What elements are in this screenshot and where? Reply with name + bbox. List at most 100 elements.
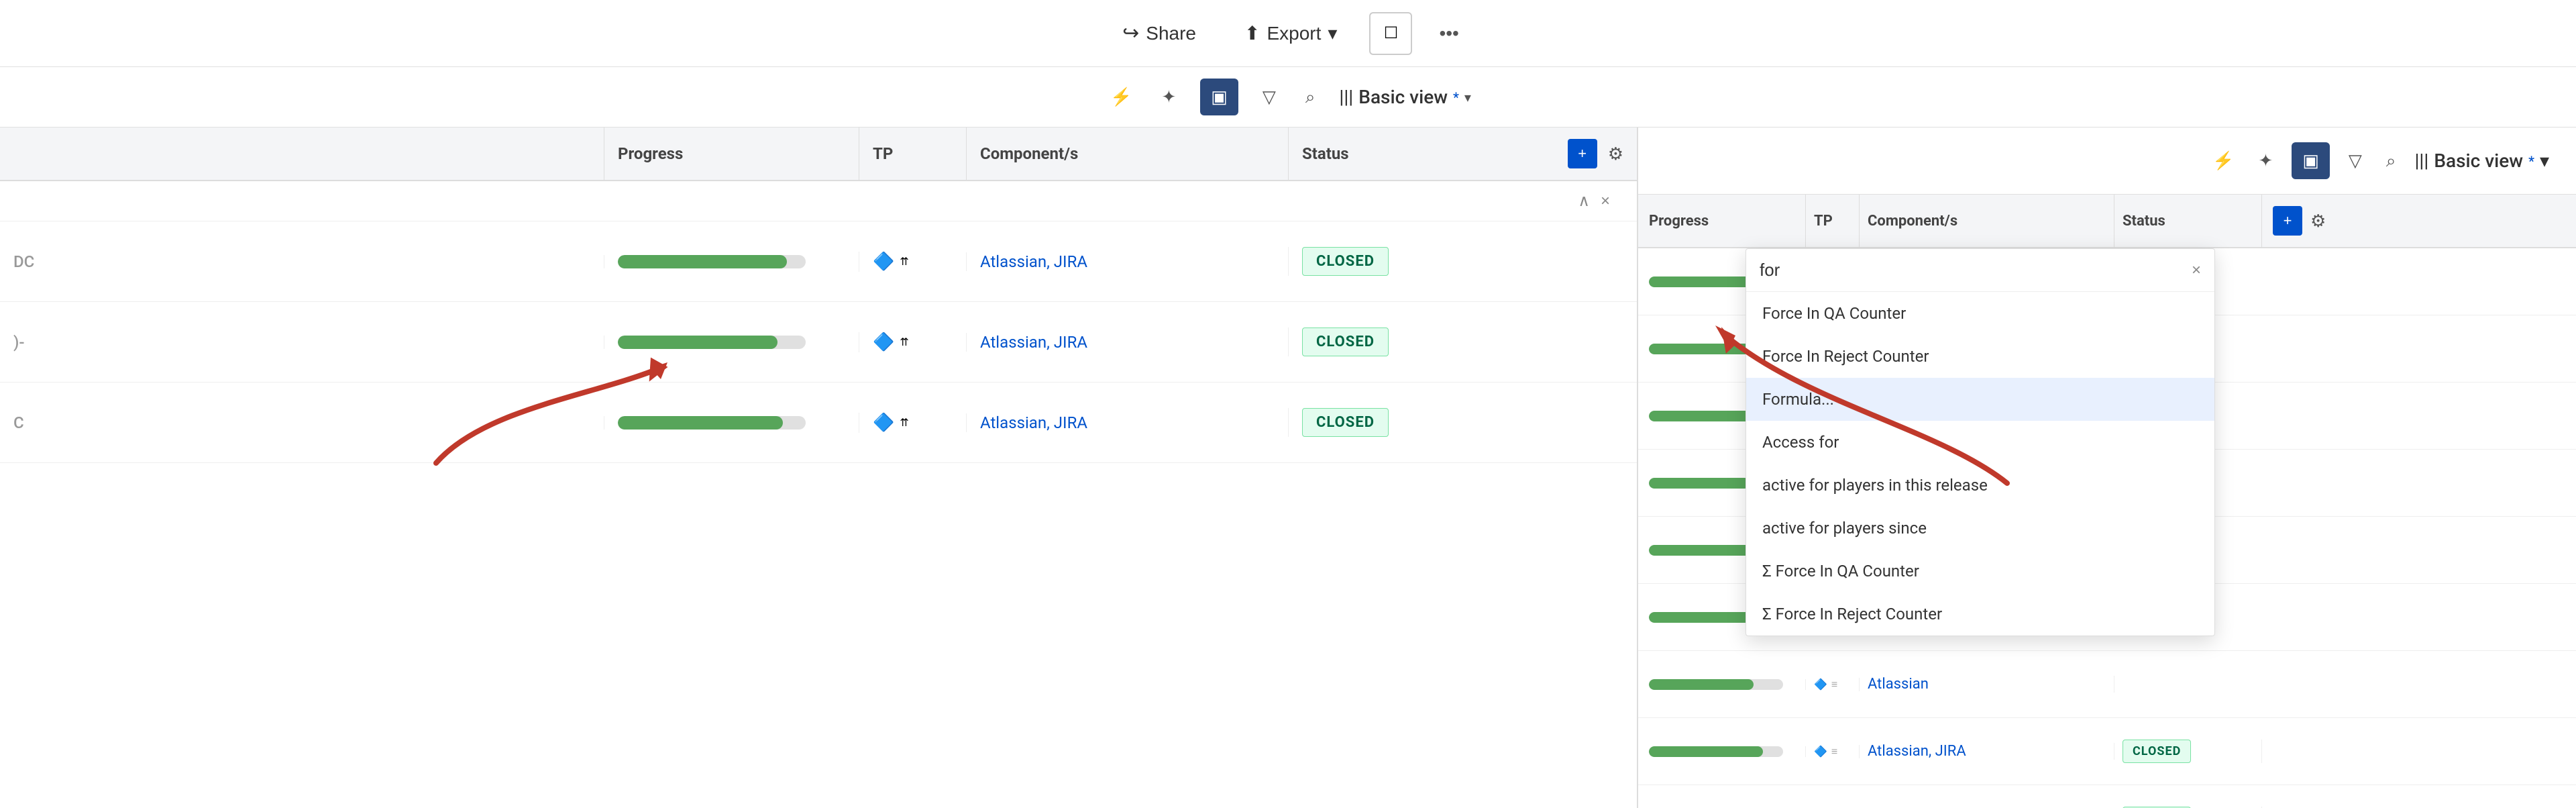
progress-bar-bg — [618, 416, 806, 430]
column-actions: + ⚙ — [1554, 139, 1637, 168]
right-add-column-button[interactable]: + — [2273, 206, 2302, 236]
right-lightning-button[interactable]: ⚡ — [2207, 145, 2239, 176]
tp-cell: 🔷 ⇈ — [859, 332, 966, 352]
right-bars-icon: ||| — [2414, 150, 2428, 172]
r-arrows-icon: ≡ — [1831, 745, 1837, 758]
status-badge: CLOSED — [1302, 247, 1389, 276]
right-gear-icon: ⚙ — [2310, 211, 2326, 231]
right-view-selector[interactable]: ||| Basic view* ▾ — [2414, 150, 2549, 172]
right-view-chevron-icon: ▾ — [2540, 150, 2549, 172]
caret-up-icon: ∧ — [1578, 192, 1590, 210]
status-badge: CLOSED — [1302, 408, 1389, 437]
right-view-asterisk: * — [2528, 153, 2534, 169]
component-link[interactable]: Atlassian, JIRA — [980, 252, 1087, 271]
dropdown-item[interactable]: Access for — [1746, 421, 2214, 464]
search-button[interactable]: ⌕ — [1300, 81, 1321, 113]
dropdown-item[interactable]: Formula... — [1746, 378, 2214, 421]
export-icon: ⬆ — [1244, 22, 1260, 44]
view-selector[interactable]: ||| Basic view * ▾ — [1339, 86, 1471, 108]
row-label: DC — [13, 252, 34, 271]
right-star-button[interactable]: ✦ — [2253, 145, 2279, 176]
r-atlassian-icon: 🔷 — [1814, 678, 1827, 691]
export-button[interactable]: ⬆ Export ▾ — [1228, 14, 1353, 52]
more-button[interactable]: ••• — [1428, 15, 1469, 52]
tp-cell: 🔷 ⇈ — [859, 252, 966, 272]
column-settings-button[interactable]: ⚙ — [1608, 144, 1623, 164]
dropdown-clear-button[interactable]: × — [2192, 261, 2201, 280]
status-column-header: Status — [1288, 128, 1529, 180]
right-table-row: 🔷≡ Atlassian, JIRA, Slack CLOSED — [1638, 785, 2576, 808]
dropdown-item[interactable]: Σ Force In QA Counter — [1746, 550, 2214, 593]
right-status-badge: CLOSED — [2123, 740, 2191, 763]
tp-cell: 🔷 ⇈ — [859, 413, 966, 433]
right-filter-button[interactable]: ▽ — [2343, 145, 2367, 176]
right-component-link[interactable]: Atlassian — [1868, 676, 1929, 693]
close-sort-button[interactable]: × — [1601, 192, 1610, 211]
status-cell: CLOSED — [1288, 247, 1529, 276]
component-cell: Atlassian, JIRA — [966, 252, 1288, 271]
square-icon: ☐ — [1384, 23, 1399, 43]
gear-icon: ⚙ — [1608, 144, 1623, 164]
right-status-header: Status — [2114, 195, 2262, 247]
filter-icon: ▽ — [1263, 87, 1276, 107]
export-chevron-icon: ▾ — [1328, 22, 1337, 44]
right-column-settings-button[interactable]: ⚙ — [2310, 206, 2326, 236]
dropdown-item[interactable]: active for players in this release — [1746, 464, 2214, 507]
view-chevron-icon: ▾ — [1464, 89, 1471, 105]
filter-button[interactable]: ▽ — [1257, 81, 1281, 113]
progress-bar-fill — [618, 255, 787, 268]
lightning-button[interactable]: ⚡ — [1105, 81, 1137, 113]
dropdown-item[interactable]: Force In QA Counter — [1746, 292, 2214, 335]
share-label: Share — [1146, 23, 1196, 44]
status-cell: CLOSED — [1288, 327, 1529, 356]
progress-cell — [604, 336, 859, 349]
row-label: C — [13, 413, 24, 432]
right-tp-header: TP — [1806, 195, 1860, 247]
sort-asc-button[interactable]: ∧ — [1578, 191, 1590, 211]
arrows-icon: ⇈ — [900, 336, 908, 348]
atlassian-icon: 🔷 — [873, 413, 894, 433]
progress-cell — [604, 416, 859, 430]
r-arrows-icon: ≡ — [1831, 678, 1837, 691]
star-button[interactable]: ✦ — [1156, 81, 1181, 113]
r-atlassian-icon: 🔷 — [1814, 745, 1827, 758]
right-layers-button[interactable]: ▣ — [2292, 142, 2330, 179]
right-star-icon: ✦ — [2259, 150, 2273, 170]
right-component-link[interactable]: Atlassian, JIRA — [1868, 743, 1966, 760]
view-name-label: Basic view — [1358, 86, 1448, 108]
square-button[interactable]: ☐ — [1369, 12, 1412, 55]
right-column-headers: Progress TP Component/s Status + ⚙ — [1638, 195, 2576, 248]
row-name-cell: DC — [0, 252, 604, 271]
dropdown-search-input[interactable] — [1760, 260, 2184, 281]
layers-icon: ▣ — [1211, 87, 1228, 107]
progress-bar-fill — [618, 416, 783, 430]
dropdown-item[interactable]: active for players since — [1746, 507, 2214, 550]
bars-icon: ||| — [1339, 86, 1353, 108]
column-search-dropdown: × Force In QA CounterForce In Reject Cou… — [1746, 248, 2215, 636]
status-badge: CLOSED — [1302, 327, 1389, 356]
more-icon: ••• — [1439, 23, 1458, 44]
view-asterisk: * — [1453, 89, 1459, 105]
right-table-row: 🔷 ≡ Atlassian — [1638, 651, 2576, 718]
column-headers: Progress TP Component/s Status + ⚙ — [0, 128, 1637, 181]
progress-bar-bg — [618, 336, 806, 349]
dropdown-item[interactable]: Σ Force In Reject Counter — [1746, 593, 2214, 636]
row-label: )- — [13, 333, 25, 352]
add-column-button[interactable]: + — [1568, 139, 1597, 168]
component-link[interactable]: Atlassian, JIRA — [980, 333, 1087, 352]
layers-button[interactable]: ▣ — [1200, 79, 1238, 115]
dropdown-items-list: Force In QA CounterForce In Reject Count… — [1746, 292, 2214, 636]
right-search-button[interactable]: ⌕ — [2381, 145, 2402, 177]
plus-icon: + — [1578, 145, 1587, 162]
share-button[interactable]: ↪ Share — [1106, 13, 1212, 53]
table-row: )- 🔷 ⇈ Atlassian, JIRA CLOSED — [0, 302, 1637, 383]
left-panel: Progress TP Component/s Status + ⚙ ∧ × — [0, 128, 1637, 808]
atlassian-icon: 🔷 — [873, 332, 894, 352]
right-search-icon: ⌕ — [2386, 150, 2396, 170]
dropdown-item[interactable]: Force In Reject Counter — [1746, 335, 2214, 378]
tp-column-header: TP — [859, 128, 966, 180]
progress-bar-bg — [618, 255, 806, 268]
component-link[interactable]: Atlassian, JIRA — [980, 413, 1087, 432]
close-icon: × — [2192, 261, 2201, 279]
lightning-icon: ⚡ — [1110, 87, 1132, 107]
